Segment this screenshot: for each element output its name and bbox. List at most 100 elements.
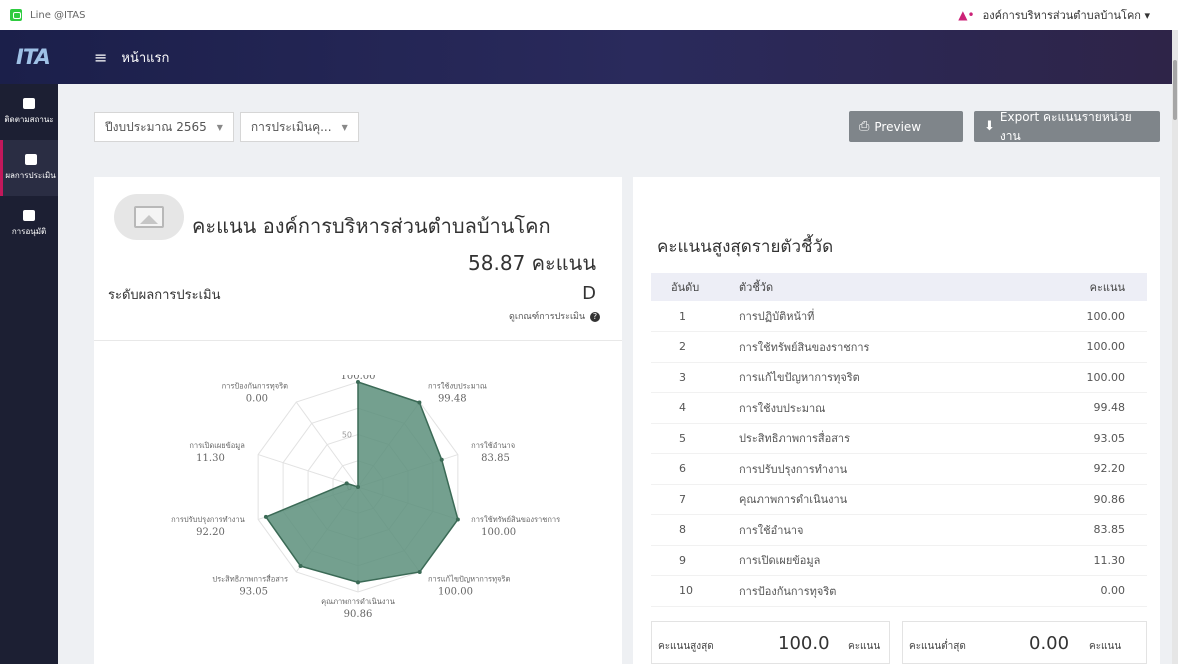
radar-tick-label: 50 <box>342 431 352 440</box>
indicator-cell: การเปิดเผยข้อมูล <box>729 545 1014 576</box>
ranking-card: คะแนนสูงสุดรายตัวชี้วัด อันดับ ตัวชี้วัด… <box>633 177 1160 664</box>
max-score-value: 100.0 <box>778 633 830 654</box>
score-cell: 90.86 <box>1013 484 1147 515</box>
image-placeholder-icon <box>134 206 164 228</box>
year-select[interactable]: ปีงบประมาณ 2565 ▼ <box>94 112 234 142</box>
user-area: ▲• องค์การบริหารส่วนตำบลบ้านโคก ▾ <box>958 0 1150 30</box>
assessment-select[interactable]: การประเมินคุ... ▼ <box>239 112 359 142</box>
print-icon: ⎙ <box>859 119 870 134</box>
sidebar-item-results[interactable]: ผลการประเมิน <box>0 140 58 196</box>
caret-down-icon: ▼ <box>216 122 223 132</box>
export-button-label: Export คะแนนรายหน่วยงาน <box>999 109 1132 143</box>
radar-value-label: 83.85 <box>481 453 510 464</box>
ranking-table: อันดับ ตัวชี้วัด คะแนน 1 การปฏิบัติหน้าที… <box>651 273 1147 607</box>
page-scrollbar[interactable] <box>1172 30 1178 664</box>
line-app-icon <box>10 9 22 21</box>
org-name: องค์การบริหารส่วนตำบลบ้านโคก <box>982 9 1141 22</box>
org-avatar <box>114 194 184 240</box>
radar-point <box>298 564 303 569</box>
score-cell: 100.00 <box>1013 301 1147 332</box>
radar-value-label: 90.86 <box>344 609 373 620</box>
indicator-cell: คุณภาพการดำเนินงาน <box>729 484 1014 515</box>
divider <box>94 340 622 341</box>
radar-value-label: 93.05 <box>239 586 268 597</box>
radar-axis-label: การป้องกันการทุจริต <box>222 382 289 391</box>
sidebar-item-approval[interactable]: การอนุมัติ <box>0 196 58 252</box>
caret-down-icon: ▼ <box>341 122 348 132</box>
max-score-box: คะแนนสูงสุด 100.0 คะแนน <box>651 621 890 664</box>
table-row: 6 การปรับปรุงการทำงาน 92.20 <box>651 453 1147 485</box>
question-icon: ? <box>590 312 600 322</box>
rank-cell: 10 <box>651 575 729 607</box>
radar-value-label: 99.48 <box>438 394 467 405</box>
sidebar-item-label: การอนุมัติ <box>11 227 47 236</box>
radar-spoke <box>295 401 359 488</box>
radar-value-label: 100.00 <box>341 375 376 382</box>
rank-cell: 4 <box>651 392 729 424</box>
nav-home-link[interactable]: หน้าแรก <box>121 47 169 68</box>
hamburger-menu-icon[interactable]: ≡ <box>94 48 107 67</box>
indicator-cell: การใช้อำนาจ <box>729 514 1014 546</box>
year-select-value: ปีงบประมาณ 2565 <box>105 119 207 134</box>
sidebar-item-label: ผลการประเมิน <box>5 171 56 180</box>
rank-cell: 2 <box>651 331 729 363</box>
radar-axis-label: การเปิดเผยข้อมูล <box>189 441 245 450</box>
radar-axis-label: การแก้ไขปัญหาการทุจริต <box>428 574 511 583</box>
score-cell: 11.30 <box>1013 545 1147 576</box>
export-button[interactable]: ⬇ Export คะแนนรายหน่วยงาน <box>974 110 1160 143</box>
radar-value-label: 100.00 <box>438 586 473 597</box>
radar-axis-label: การใช้อำนาจ <box>471 441 515 450</box>
max-score-unit: คะแนน <box>848 641 881 652</box>
rank-cell: 8 <box>651 514 729 546</box>
chevron-down-icon: ▾ <box>1144 9 1150 22</box>
download-icon: ⬇ <box>984 119 995 134</box>
column-header-indicator: ตัวชี้วัด <box>729 273 1014 301</box>
scrollbar-thumb[interactable] <box>1173 60 1177 120</box>
radar-point <box>417 569 422 574</box>
chart-icon <box>23 98 35 109</box>
filter-bar: ปีงบประมาณ 2565 ▼ การประเมินคุ... ▼ <box>94 112 365 142</box>
assessment-select-value: การประเมินคุ... <box>250 119 332 134</box>
radar-point <box>455 517 460 522</box>
radar-point <box>356 580 360 585</box>
table-row: 2 การใช้ทรัพย์สินของราชการ 100.00 <box>651 331 1147 363</box>
column-header-rank: อันดับ <box>651 273 729 301</box>
column-header-score: คะแนน <box>1013 273 1147 301</box>
ita-logo[interactable]: ITA <box>0 45 70 69</box>
score-title: คะแนน องค์การบริหารส่วนตำบลบ้านโคก <box>192 214 551 238</box>
org-dropdown[interactable]: องค์การบริหารส่วนตำบลบ้านโคก ▾ <box>983 6 1150 24</box>
radar-point <box>263 514 268 519</box>
score-cell: 99.48 <box>1013 392 1147 424</box>
top-bar: Line @ITAS ▲• องค์การบริหารส่วนตำบลบ้านโ… <box>0 0 1178 30</box>
radar-value-label: 92.20 <box>196 527 225 538</box>
radar-axis-label: การใช้งบประมาณ <box>428 382 487 391</box>
indicator-cell: การปฏิบัติหน้าที่ <box>729 301 1014 332</box>
score-cell: 92.20 <box>1013 453 1147 485</box>
table-row: 10 การป้องกันการทุจริต 0.00 <box>651 575 1147 607</box>
level-value: D <box>582 283 596 304</box>
score-cell: 83.85 <box>1013 514 1147 546</box>
score-summary-card: คะแนน องค์การบริหารส่วนตำบลบ้านโคก 58.87… <box>94 177 622 664</box>
score-cell: 0.00 <box>1013 575 1147 607</box>
radar-chart: 050การปฏิบัติหน้าที่100.00การใช้งบประมาณ… <box>171 375 560 620</box>
clipboard-check-icon <box>23 210 35 221</box>
radar-series-area <box>264 380 459 584</box>
table-row: 8 การใช้อำนาจ 83.85 <box>651 514 1147 546</box>
preview-button[interactable]: ⎙ Preview <box>849 111 963 142</box>
bell-icon[interactable]: ▲• <box>958 8 974 22</box>
radar-axis-label: การปรับปรุงการทำงาน <box>171 515 245 524</box>
main-navbar: ITA ≡ หน้าแรก <box>0 30 1172 84</box>
min-score-unit: คะแนน <box>1089 641 1122 652</box>
line-link[interactable]: Line @ITAS <box>30 10 86 21</box>
radar-value-label: 100.00 <box>481 527 516 538</box>
criteria-link-label: ดูเกณฑ์การประเมิน <box>509 312 586 322</box>
table-row: 7 คุณภาพการดำเนินงาน 90.86 <box>651 484 1147 515</box>
rank-cell: 7 <box>651 484 729 515</box>
min-score-box: คะแนนต่ำสุด 0.00 คะแนน <box>902 621 1147 664</box>
indicator-cell: การใช้งบประมาณ <box>729 392 1014 424</box>
sidebar: ติดตามสถานะ ผลการประเมิน การอนุมัติ <box>0 84 58 664</box>
sidebar-item-tracking[interactable]: ติดตามสถานะ <box>0 84 58 140</box>
ranking-title: คะแนนสูงสุดรายตัวชี้วัด <box>657 237 834 257</box>
criteria-link[interactable]: ดูเกณฑ์การประเมิน ? <box>509 309 600 323</box>
indicator-cell: การแก้ไขปัญหาการทุจริต <box>729 362 1014 393</box>
